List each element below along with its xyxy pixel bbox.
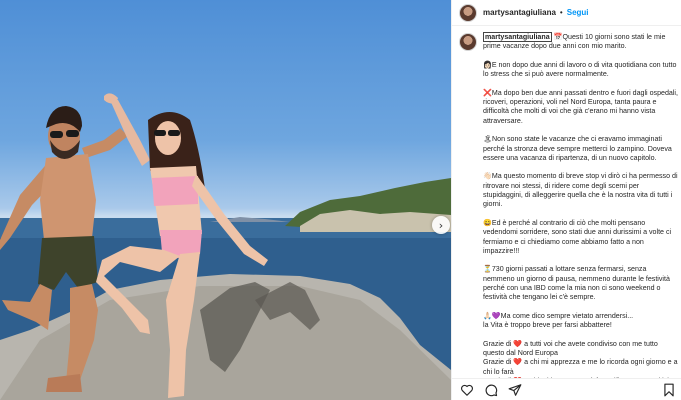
- caption-username[interactable]: martysantagiuliana: [483, 32, 552, 42]
- chevron-right-icon[interactable]: ›: [432, 216, 450, 234]
- header-username[interactable]: martysantagiuliana: [483, 8, 556, 17]
- beach-photo-scene: [0, 93, 451, 400]
- comment-icon[interactable]: [484, 383, 498, 397]
- separator-dot: •: [559, 8, 563, 17]
- post-caption: martysantagiuliana 📅Questi 10 giorni sono…: [459, 32, 679, 400]
- caption-paragraph: ⏳730 giorni passati a lottare senza ferm…: [483, 265, 670, 302]
- action-bar: [452, 378, 681, 400]
- avatar[interactable]: [459, 3, 477, 22]
- caption-paragraph: 🙏🏻💜Ma come dico sempre vietato arrenders…: [483, 311, 634, 330]
- caption-paragraph: martysantagiuliana 📅Questi 10 giorni sono…: [483, 32, 666, 51]
- follow-button[interactable]: Segui: [567, 8, 589, 17]
- caption-paragraph: 😄Ed è perché al contrario di ciò che mol…: [483, 218, 672, 255]
- share-icon[interactable]: [508, 383, 522, 397]
- heart-icon[interactable]: [460, 383, 474, 397]
- bookmark-icon[interactable]: [662, 383, 676, 397]
- caption-paragraph: 👩🏻E non dopo due anni di lavoro o di vit…: [483, 60, 677, 79]
- post-header: martysantagiuliana • Segui: [452, 0, 681, 26]
- caption-paragraph: ❌Ma dopo ben due anni passati dentro e f…: [483, 88, 678, 125]
- avatar[interactable]: [459, 33, 477, 51]
- post-photo[interactable]: ›: [0, 0, 451, 400]
- caption-paragraph: 🏝Non sono state le vacanze che ci eravam…: [483, 135, 672, 162]
- caption-paragraph: 👋🏻Ma questo momento di breve stop vi dir…: [483, 172, 678, 209]
- post-side-panel: martysantagiuliana • Segui martysantagiu…: [451, 0, 681, 400]
- caption-text: martysantagiuliana 📅Questi 10 giorni sono…: [483, 32, 679, 396]
